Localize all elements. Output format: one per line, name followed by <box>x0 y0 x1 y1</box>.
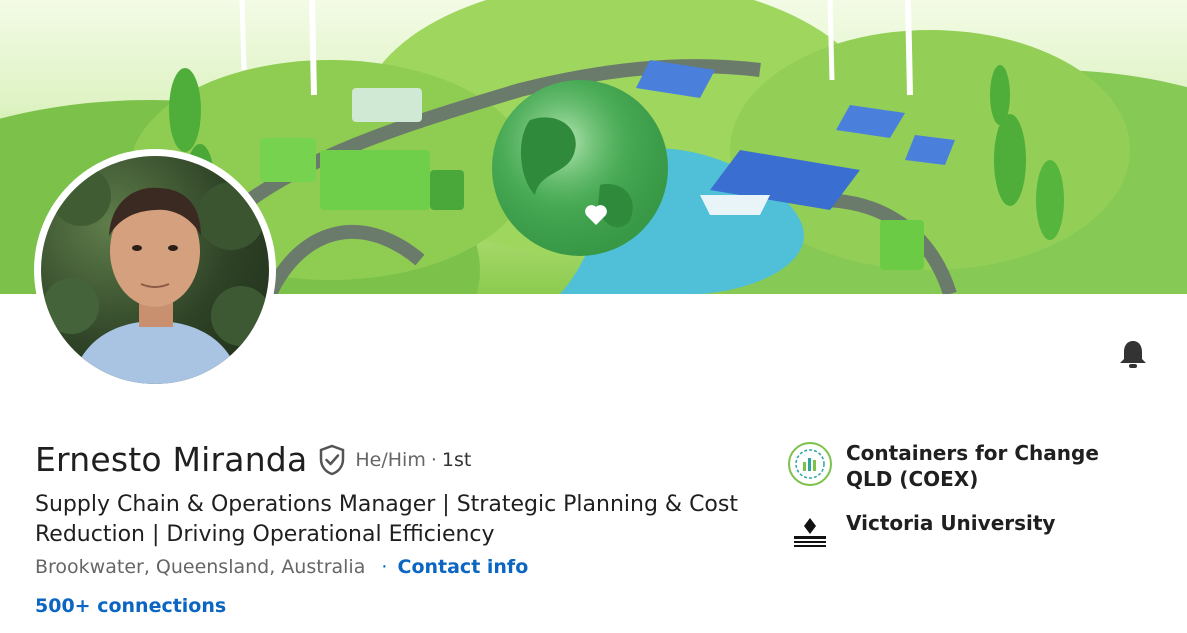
location-text: Brookwater, Queensland, Australia <box>35 556 366 578</box>
verified-shield-icon[interactable] <box>317 443 347 477</box>
name-row: Ernesto Miranda He/Him · 1st <box>35 440 471 479</box>
connection-degree: 1st <box>441 448 472 471</box>
profile-photo <box>43 166 269 384</box>
containers-for-change-logo <box>786 440 834 488</box>
profile-headline: Supply Chain & Operations Manager | Stra… <box>35 492 738 547</box>
org-name: Containers for Change QLD (COEX) <box>846 441 1099 491</box>
victoria-university-logo <box>786 510 834 558</box>
org-containers-for-change[interactable]: Containers for Change QLD (COEX) <box>786 440 1146 492</box>
bell-icon[interactable] <box>1116 337 1150 371</box>
pronouns: He/Him <box>355 448 426 471</box>
org-victoria-university[interactable]: Victoria University <box>786 510 1146 558</box>
connections-link[interactable]: 500+ connections <box>35 595 226 617</box>
profile-name: Ernesto Miranda <box>35 440 308 479</box>
separator-dot: · <box>381 556 388 578</box>
org-name: Victoria University <box>846 511 1056 535</box>
separator-dot: · <box>430 448 437 471</box>
avatar[interactable] <box>41 156 269 384</box>
contact-info-link[interactable]: Contact info <box>398 556 529 578</box>
location-row: Brookwater, Queensland, Australia · Cont… <box>35 556 528 578</box>
